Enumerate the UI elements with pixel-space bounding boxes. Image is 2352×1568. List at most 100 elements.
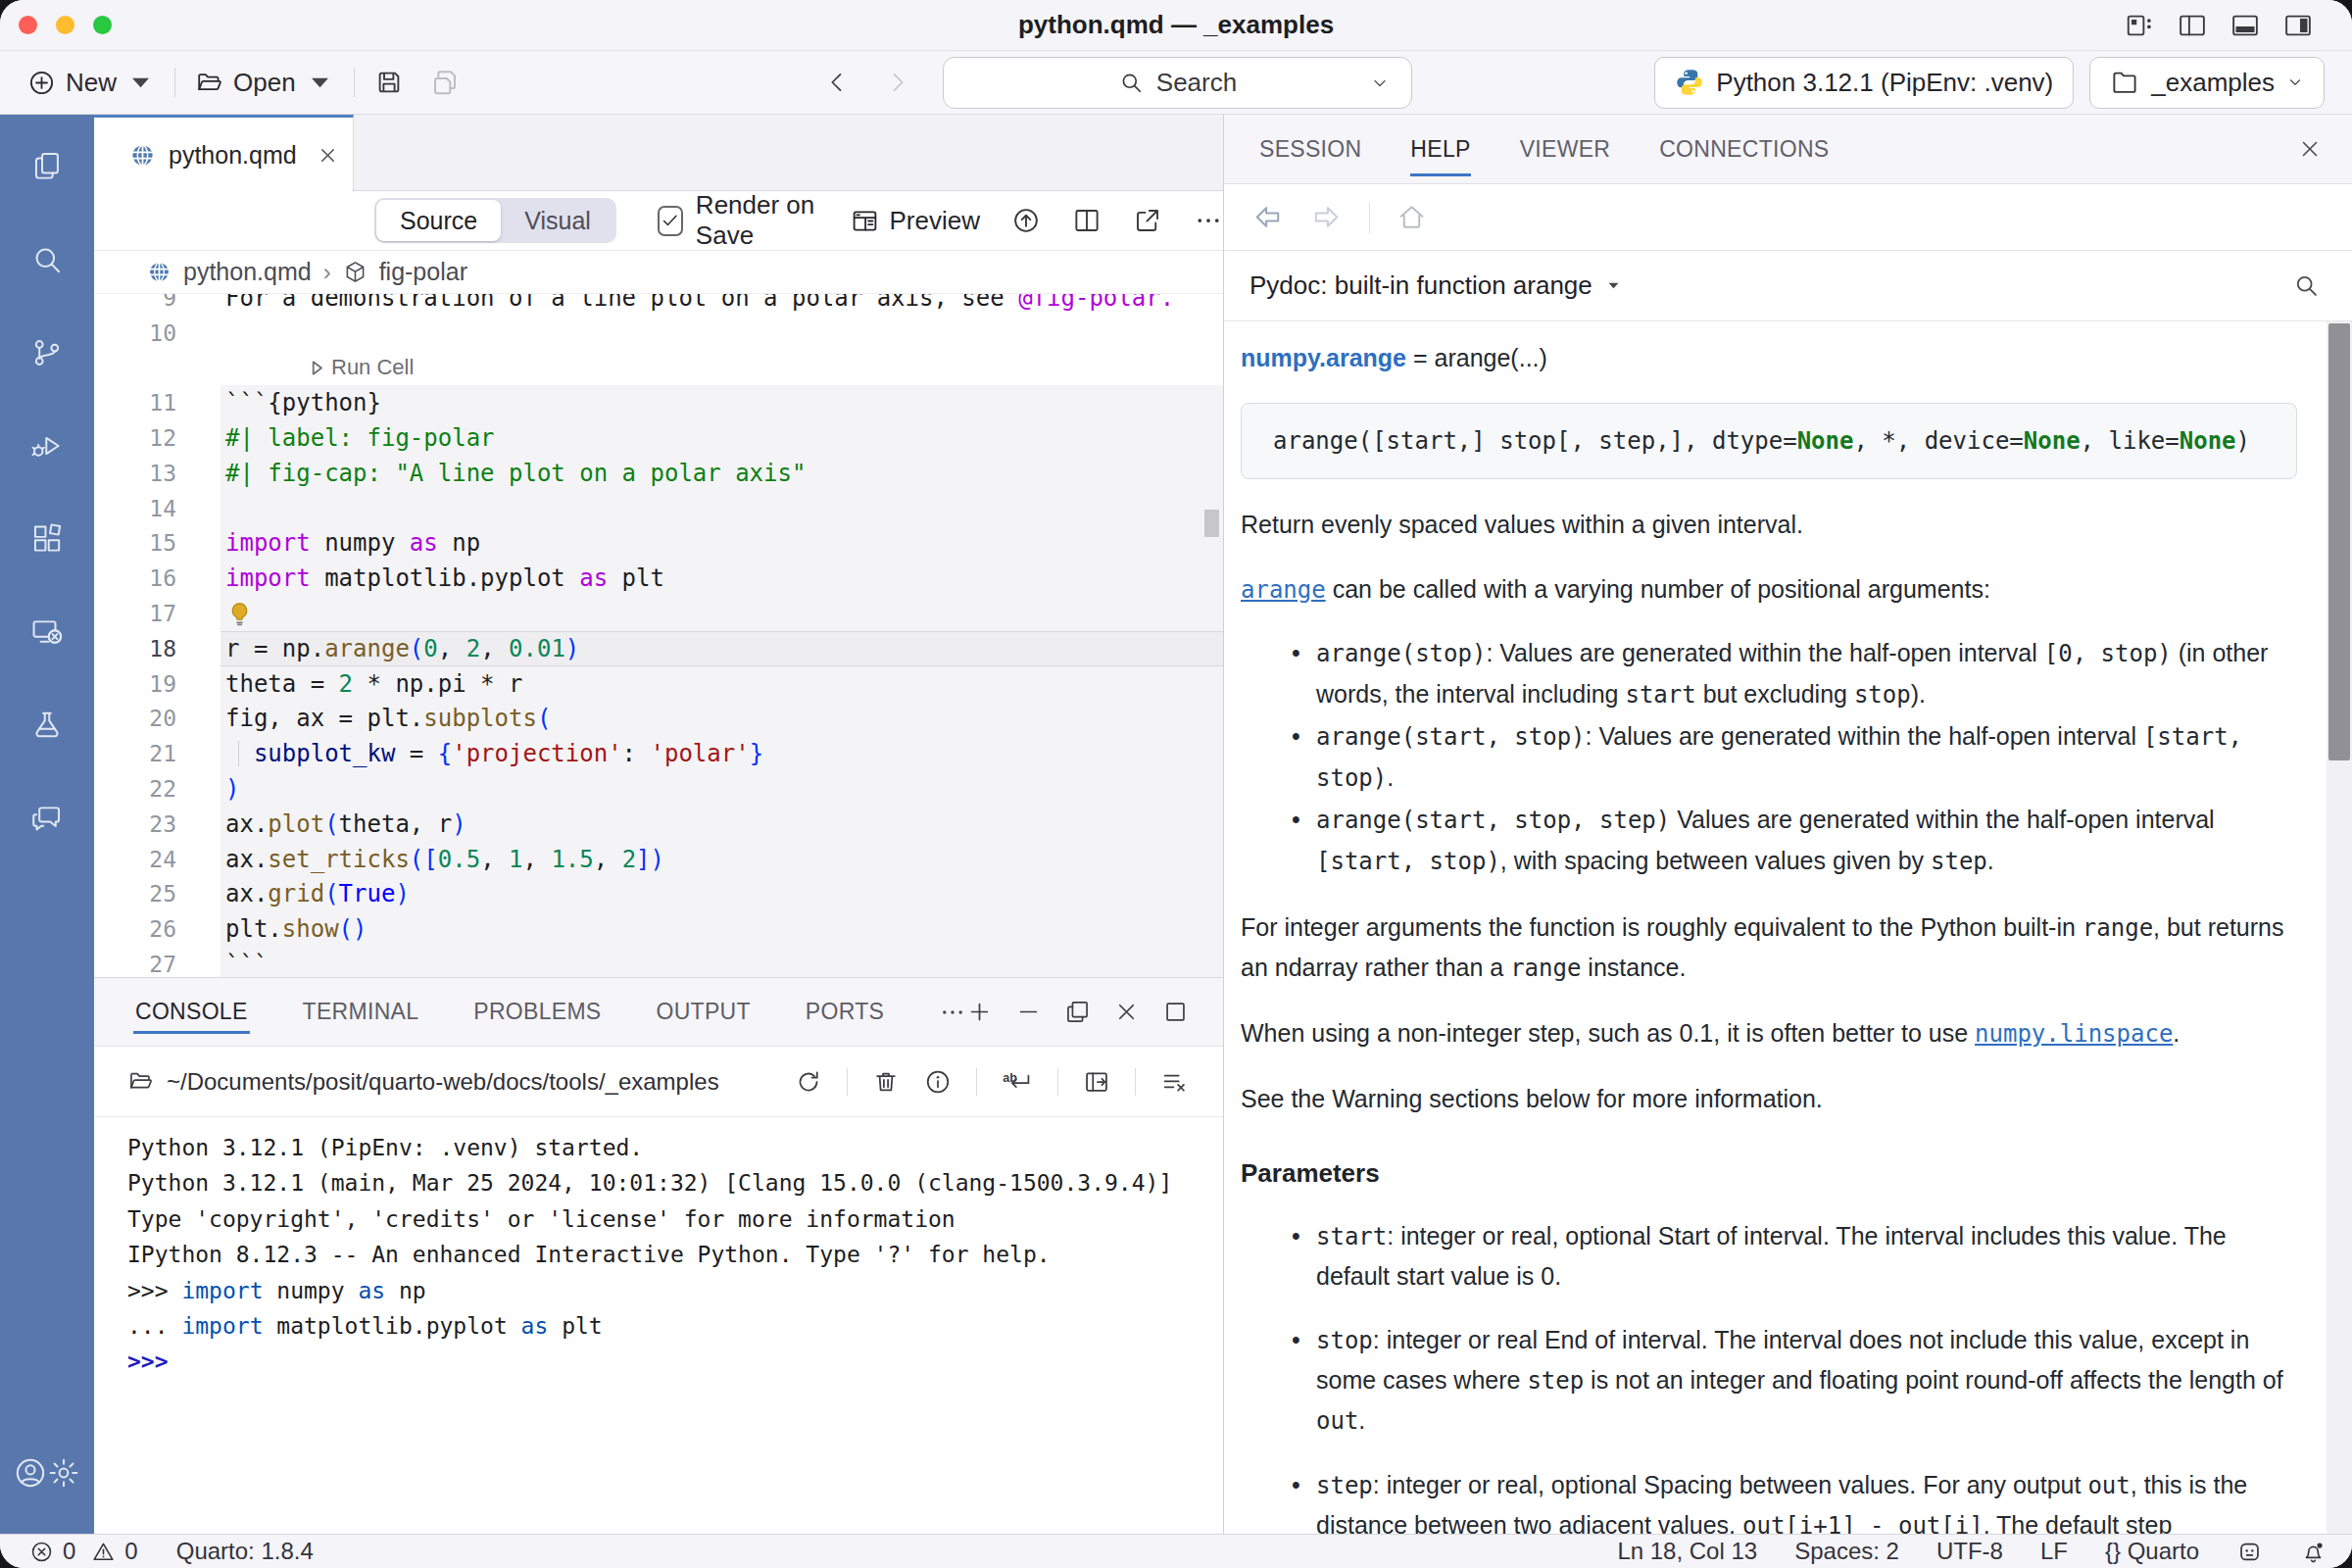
layout-secondary-sidebar-icon[interactable] (2283, 11, 2313, 40)
console-tab-terminal[interactable]: TERMINAL (303, 978, 419, 1046)
workspace-button[interactable]: _examples (2089, 57, 2325, 109)
close-panel-icon[interactable] (2297, 136, 2323, 162)
activity-extensions-icon[interactable] (30, 522, 64, 556)
close-window-button[interactable] (19, 16, 37, 34)
help-forward-icon[interactable] (1310, 201, 1343, 233)
console-output[interactable]: Python 3.12.1 (PipEnv: .venv) started.Py… (94, 1117, 1223, 1532)
check-icon (660, 210, 681, 231)
activity-files-icon[interactable] (30, 150, 64, 183)
activity-account-icon[interactable] (14, 1456, 47, 1490)
code-editor[interactable]: 9For a demonstration of a line plot on a… (94, 294, 1223, 977)
save-all-icon[interactable] (429, 67, 461, 98)
indentation[interactable]: Spaces: 2 (1794, 1538, 1899, 1565)
minimize-panel-icon[interactable] (1015, 999, 1042, 1025)
eol-sequence[interactable]: LF (2040, 1538, 2068, 1565)
code-line: 18r = np.arange(0, 2, 0.01) (94, 631, 1223, 666)
restore-panel-icon[interactable] (1064, 999, 1091, 1025)
render-on-save-checkbox[interactable] (658, 206, 683, 236)
help-back-icon[interactable] (1251, 201, 1284, 233)
new-console-icon[interactable] (966, 999, 993, 1025)
open-external-icon[interactable] (1133, 206, 1162, 235)
search-box[interactable]: Search (943, 57, 1412, 109)
errors-icon[interactable] (29, 1540, 54, 1564)
more-tabs-icon[interactable] (939, 999, 966, 1026)
line-number: 27 (94, 952, 176, 977)
breadcrumb-symbol[interactable]: fig-polar (379, 258, 467, 286)
working-directory-icon[interactable] (127, 1068, 154, 1095)
forward-icon[interactable] (884, 69, 911, 96)
split-editor-icon[interactable] (1072, 206, 1102, 235)
activity-source-control-icon[interactable] (30, 336, 64, 369)
notifications-icon[interactable] (2300, 1539, 2327, 1565)
interpreter-button[interactable]: Python 3.12.1 (PipEnv: .venv) (1654, 57, 2074, 109)
maximize-window-button[interactable] (93, 16, 112, 34)
minimize-window-button[interactable] (56, 16, 74, 34)
source-mode-button[interactable]: Source (376, 200, 501, 241)
console-line: IPython 8.12.3 -- An enhanced Interactiv… (127, 1237, 1223, 1272)
help-doc-title[interactable]: Pydoc: built-in function arange (1250, 270, 1592, 301)
close-tab-icon[interactable] (317, 144, 339, 167)
open-button[interactable]: Open (195, 68, 334, 98)
clear-console-icon[interactable] (1160, 1068, 1188, 1096)
editor-scrollbar[interactable] (1204, 510, 1219, 537)
preview-button[interactable]: Preview (851, 206, 980, 236)
feedback-icon[interactable] (2236, 1539, 2263, 1565)
line-number: 16 (94, 565, 176, 591)
editor-tabbar: python.qmd (94, 115, 1223, 191)
help-home-icon[interactable] (1396, 202, 1427, 232)
panel-tab-viewer[interactable]: VIEWER (1520, 115, 1611, 183)
back-icon[interactable] (823, 69, 851, 96)
run-cell-button[interactable]: Run Cell (308, 355, 414, 380)
language-mode[interactable]: {} Quarto (2105, 1538, 2199, 1565)
new-button[interactable]: New (27, 68, 155, 98)
activity-debug-icon[interactable] (30, 429, 64, 463)
activity-sessions-icon[interactable] (30, 615, 64, 649)
warning-count[interactable]: 0 (124, 1538, 137, 1565)
help-navigation (1224, 184, 2352, 251)
restart-console-icon[interactable] (795, 1068, 822, 1096)
help-list-item: arange(start, stop): Values are generate… (1241, 716, 2297, 799)
panel-tab-connections[interactable]: CONNECTIONS (1659, 115, 1829, 183)
activity-testing-icon[interactable] (30, 709, 64, 742)
render-icon[interactable] (1011, 206, 1041, 235)
help-search-icon[interactable] (2292, 271, 2321, 300)
encoding[interactable]: UTF-8 (1936, 1538, 2003, 1565)
console-tab-console[interactable]: CONSOLE (135, 978, 248, 1046)
status-bar: 0 0 Quarto: 1.8.4 Ln 18, Col 13 Spaces: … (0, 1534, 2352, 1568)
rename-icon[interactable]: ab (1002, 1068, 1033, 1096)
help-scrollbar-thumb[interactable] (2328, 323, 2350, 760)
console-tab-ports[interactable]: PORTS (806, 978, 884, 1046)
console-tab-output[interactable]: OUTPUT (657, 978, 751, 1046)
panel-tab-session[interactable]: SESSION (1259, 115, 1361, 183)
error-count[interactable]: 0 (63, 1538, 75, 1565)
layout-customize-icon[interactable] (2125, 11, 2154, 40)
delete-console-icon[interactable] (872, 1068, 900, 1096)
help-paragraph: arange can be called with a varying numb… (1241, 569, 2297, 610)
maximize-panel-icon[interactable] (1162, 999, 1189, 1025)
activity-settings-icon[interactable] (47, 1456, 80, 1490)
save-icon[interactable] (374, 68, 404, 97)
help-scrollbar-track[interactable] (2327, 321, 2352, 1534)
chevron-down-icon[interactable] (1605, 277, 1622, 294)
preview-icon (851, 207, 879, 235)
chevron-down-icon[interactable] (1370, 74, 1390, 93)
workspace-label: _examples (2151, 68, 2275, 98)
activity-search-icon[interactable] (30, 243, 64, 276)
move-to-editor-icon[interactable] (1083, 1068, 1110, 1096)
quick-fix-lightbulb-icon[interactable] (225, 600, 254, 628)
info-icon[interactable] (924, 1068, 952, 1096)
working-directory-path[interactable]: ~/Documents/posit/quarto-web/docs/tools/… (167, 1068, 719, 1096)
more-actions-icon[interactable] (1194, 206, 1223, 235)
close-panel-icon[interactable] (1113, 999, 1140, 1025)
layout-split-icon[interactable] (2178, 11, 2207, 40)
visual-mode-button[interactable]: Visual (501, 200, 614, 241)
console-tab-problems[interactable]: PROBLEMS (473, 978, 601, 1046)
warnings-icon[interactable] (91, 1540, 116, 1564)
tab-python-qmd[interactable]: python.qmd (94, 115, 354, 192)
layout-panel-icon[interactable] (2230, 11, 2260, 40)
breadcrumb-file[interactable]: python.qmd (183, 258, 312, 286)
activity-comments-icon[interactable] (30, 802, 64, 835)
cursor-position[interactable]: Ln 18, Col 13 (1617, 1538, 1757, 1565)
panel-tab-help[interactable]: HELP (1410, 115, 1470, 183)
quarto-version[interactable]: Quarto: 1.8.4 (176, 1538, 314, 1565)
